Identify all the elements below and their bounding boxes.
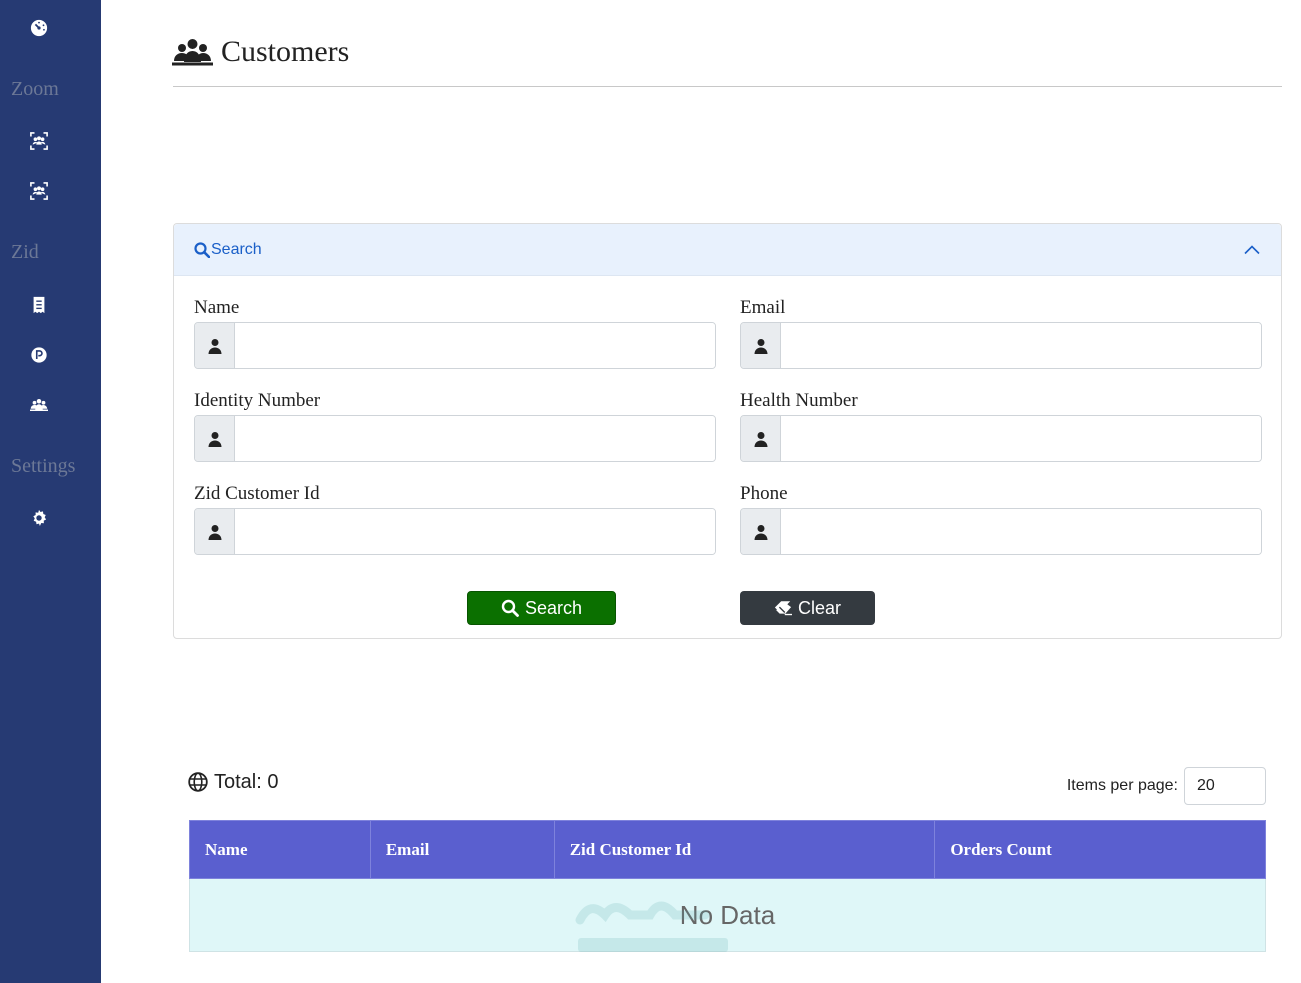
identity-number-input-group [194,415,716,462]
gear-icon[interactable] [29,508,49,528]
identity-number-input[interactable] [235,416,715,461]
column-header-email[interactable]: Email [369,820,555,879]
name-input[interactable] [235,323,715,368]
user-icon [195,509,235,554]
search-panel: Search Name Email Identity Number Health… [173,223,1282,639]
zid-customer-id-input[interactable] [235,509,715,554]
identity-number-field: Identity Number [194,389,716,462]
sidebar: Zoom Zid Settings [0,0,101,983]
customers-table: Name Email Zid Customer Id Orders Count … [189,820,1266,952]
items-per-page-label: Items per page: [1066,777,1178,794]
email-label: Email [740,297,786,318]
total-label: Total: 0 [214,770,279,793]
phone-label: Phone [740,483,788,504]
zid-customer-id-label: Zid Customer Id [194,483,320,504]
phone-input-group [740,508,1262,555]
column-header-name[interactable]: Name [189,820,371,879]
zoom-users-icon[interactable] [29,181,49,201]
phone-field: Phone [740,482,1262,555]
email-input-group [740,322,1262,369]
sidebar-section-zoom: Zoom [11,78,59,100]
globe-icon [188,772,208,792]
name-field: Name [194,296,716,369]
email-input[interactable] [781,323,1261,368]
health-number-input[interactable] [781,416,1261,461]
page-title-text: Customers [221,35,350,68]
zid-customer-id-input-group [194,508,716,555]
column-header-orders-count[interactable]: Orders Count [934,820,1266,879]
email-field: Email [740,296,1262,369]
receipt-icon[interactable] [29,295,49,315]
name-input-group [194,322,716,369]
search-button-label: Search [524,597,583,618]
search-icon [194,241,210,258]
user-icon [195,416,235,461]
clear-button-label: Clear [797,597,841,618]
customers-icon[interactable] [29,395,49,415]
column-header-zid-customer-id[interactable]: Zid Customer Id [553,820,936,879]
zoom-users-icon[interactable] [29,131,49,151]
search-button[interactable]: Search [467,591,616,625]
items-per-page: Items per page: [1067,767,1266,805]
customers-icon [172,37,213,67]
user-icon [741,509,781,554]
health-number-field: Health Number [740,389,1262,462]
title-divider [173,86,1282,87]
clear-button[interactable]: Clear [740,591,875,625]
chevron-up-icon[interactable] [1243,241,1261,259]
page-title: Customers [172,34,349,70]
zid-customer-id-field: Zid Customer Id [194,482,716,555]
name-label: Name [194,297,240,318]
identity-number-label: Identity Number [194,390,321,411]
product-p-icon[interactable] [29,345,49,365]
sidebar-section-settings: Settings [11,455,76,477]
health-number-label: Health Number [740,390,858,411]
dashboard-gauge-icon[interactable] [29,18,49,38]
no-data-message: No Data [189,878,1266,952]
search-panel-header[interactable]: Search [174,224,1281,276]
sidebar-section-zid: Zid [11,241,39,263]
total-count: Total: 0 [188,770,278,794]
user-icon [741,416,781,461]
items-per-page-input[interactable] [1184,767,1266,805]
health-number-input-group [740,415,1262,462]
phone-input[interactable] [781,509,1261,554]
user-icon [195,323,235,368]
user-icon [741,323,781,368]
table-header-row: Name Email Zid Customer Id Orders Count [189,820,1266,879]
search-panel-title: Search [211,240,262,258]
search-icon [501,599,519,617]
eraser-icon [774,599,792,617]
table-row: No Data [189,878,1266,952]
